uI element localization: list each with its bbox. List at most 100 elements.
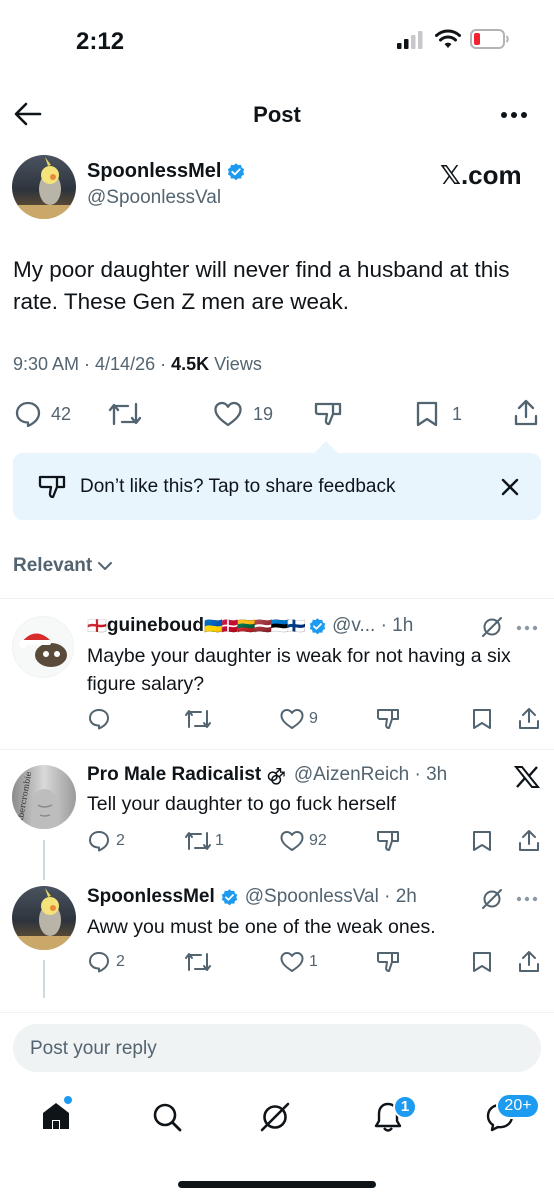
bookmark-count: 1 [452,403,463,424]
like-count: 92 [309,832,327,849]
share-button[interactable] [517,706,541,732]
reply-header: 🏴󠁧󠁢󠁥󠁮󠁧󠁿 guineboud 🇺🇦🇩🇰🇱🇹🇱🇻🇪🇪🇫🇮 @v... · 1… [87,615,413,637]
battery-icon [470,29,510,49]
reply-avatar[interactable] [12,616,74,678]
like-count: 9 [309,710,318,727]
share-button[interactable] [517,828,541,854]
like-count: 19 [253,403,274,424]
thread-line [43,840,45,880]
header: Post [0,90,554,140]
feedback-text: Don’t like this? Tap to share feedback [80,476,396,497]
reply-button[interactable]: 2 [87,829,125,853]
reply-flags: 🇺🇦🇩🇰🇱🇹🇱🇻🇪🇪🇫🇮 [204,618,306,635]
repost-button[interactable] [184,950,212,974]
post-author[interactable]: SpoonlessMel @SpoonlessVal [87,160,246,209]
dislike-icon [37,473,67,501]
divider [0,1012,554,1013]
messages-badge-count: 20+ [504,1097,532,1114]
like-button[interactable]: 19 [213,400,273,428]
reply-avatar[interactable] [12,886,76,950]
grok-icon[interactable] [259,1101,291,1133]
home-icon[interactable] [40,1100,72,1132]
dislike-button[interactable] [375,950,401,974]
more-options-icon[interactable] [516,625,538,631]
reply-count: 2 [116,953,125,970]
reply-text: Aww you must be one of the weak ones. [87,916,436,938]
bookmark-button[interactable] [471,950,493,974]
dislike-button[interactable] [313,400,343,428]
verified-badge-icon [226,162,246,182]
notifications-badge-count: 1 [400,1098,410,1115]
reply-handle: @SpoonlessVal · 2h [244,886,417,907]
reply-button[interactable]: 42 [14,400,71,428]
reply-handle: @AizenReich · 3h [293,764,448,785]
status-time: 2:12 [76,28,125,55]
gender-symbol: ⚣ [266,764,286,785]
home-unread-dot [64,1096,72,1104]
more-options-icon[interactable] [516,896,538,902]
repost-button[interactable] [184,707,212,731]
reply-handle: @v... · 1h [332,615,414,636]
reply-actions: 2 1 [87,950,542,976]
repost-count: 1 [215,832,224,849]
reply-button[interactable]: 2 [87,950,125,974]
reply-item[interactable]: Abercrombie Pro Male Radicalist ⚣ @Aizen… [0,750,554,880]
thread-line [43,960,45,998]
reply-item[interactable]: 🏴󠁧󠁢󠁥󠁮󠁧󠁿 guineboud 🇺🇦🇩🇰🇱🇹🇱🇻🇪🇪🇫🇮 @v... · 1… [0,599,554,749]
views-label: Views [209,354,262,374]
like-button[interactable]: 92 [279,829,327,853]
reply-avatar[interactable]: Abercrombie [12,765,76,829]
reply-display-name: Pro Male Radicalist [87,764,262,785]
post-action-bar: 42 19 1 [0,395,554,435]
grok-icon[interactable] [481,616,503,638]
bookmark-button[interactable] [471,707,493,731]
post-text: My poor daughter will never find a husba… [13,257,510,314]
repost-button[interactable]: 1 [184,829,224,853]
post-display-name: SpoonlessMel [87,160,222,182]
verified-badge-icon [308,617,327,636]
reply-button[interactable] [87,707,111,731]
reply-count: 42 [51,403,72,424]
flag-prefix: 🏴󠁧󠁢󠁥󠁮󠁧󠁿 [87,618,107,635]
verified-badge-icon [220,888,239,907]
dislike-button[interactable] [375,707,401,731]
close-icon[interactable] [501,478,519,496]
like-button[interactable]: 9 [279,707,318,731]
avatar[interactable] [12,155,76,219]
reply-item[interactable]: SpoonlessMel @SpoonlessVal · 2h Aww you … [0,880,554,1010]
reply-header: SpoonlessMel @SpoonlessVal · 2h [87,886,417,908]
more-options-icon[interactable] [500,111,528,119]
reply-input-placeholder: Post your reply [30,1038,157,1059]
feedback-banner[interactable]: Don’t like this? Tap to share feedback [13,453,541,520]
reply-text: Tell your daughter to go fuck herself [87,793,396,815]
cellular-signal-icon [397,31,425,49]
grok-icon[interactable] [481,888,503,910]
reply-actions: 2 1 92 [87,829,542,855]
reply-actions: 9 [87,707,542,733]
like-button[interactable]: 1 [279,950,318,974]
chevron-down-icon [97,561,113,571]
sort-dropdown[interactable]: Relevant [13,555,113,577]
reply-display-name: SpoonlessMel [87,886,215,907]
share-button[interactable] [517,949,541,975]
x-logo-icon [514,765,540,789]
reply-input[interactable]: Post your reply [13,1024,541,1072]
page-title: Post [253,102,301,127]
search-icon[interactable] [151,1101,183,1133]
messages-badge: 20+ [496,1093,540,1119]
repost-button[interactable] [108,400,142,428]
wifi-icon [435,29,461,49]
reply-text: Maybe your daughter is weak for not havi… [87,645,511,695]
share-button[interactable] [512,398,540,428]
reply-count: 2 [116,832,125,849]
x-watermark: 𝕏.com [440,160,522,190]
reply-display-name: guineboud [106,615,205,636]
dislike-button[interactable] [375,829,401,853]
reply-header: Pro Male Radicalist ⚣ @AizenReich · 3h [87,764,447,786]
sort-label: Relevant [13,555,93,576]
bookmark-button[interactable]: 1 [414,400,462,428]
post-handle: @SpoonlessVal [87,187,222,208]
bottom-nav: 1 20+ [0,1088,554,1158]
post-meta: 9:30 AM · 4/14/26 · 4.5K Views [13,354,262,375]
bookmark-button[interactable] [471,829,493,853]
